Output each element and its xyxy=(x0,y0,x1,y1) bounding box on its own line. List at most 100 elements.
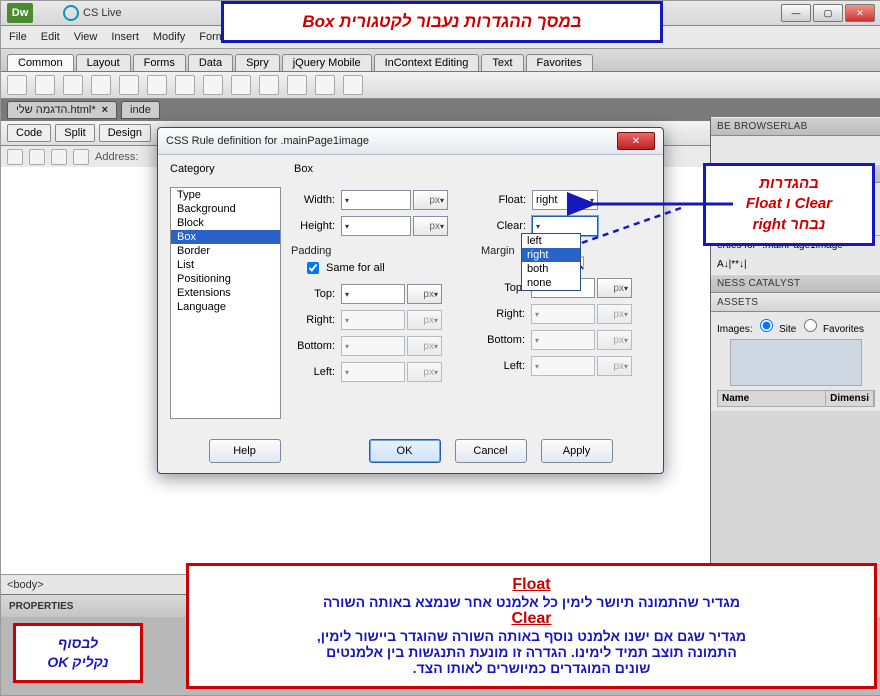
margin-left-unit[interactable]: px xyxy=(597,356,632,376)
help-button[interactable]: Help xyxy=(209,439,281,463)
dialog-titlebar[interactable]: CSS Rule definition for .mainPage1image … xyxy=(158,128,663,155)
margin-left-input[interactable] xyxy=(531,356,595,376)
margin-bottom-unit[interactable]: px xyxy=(597,330,632,350)
cat-list[interactable]: List xyxy=(171,258,280,272)
insert-toolbar xyxy=(1,72,880,99)
nav-fwd-icon[interactable] xyxy=(29,149,45,165)
cat-language[interactable]: Language xyxy=(171,300,280,314)
width-input[interactable] xyxy=(341,190,411,210)
padding-bottom-unit[interactable]: px xyxy=(407,336,442,356)
float-select[interactable]: right xyxy=(532,190,598,210)
padding-left-label: Left: xyxy=(291,366,341,378)
toolbar-icon[interactable] xyxy=(63,75,83,95)
padding-right-unit[interactable]: px xyxy=(407,310,442,330)
clear-option-right[interactable]: right xyxy=(522,248,580,262)
window-close[interactable]: ✕ xyxy=(845,4,875,22)
margin-bottom-input[interactable] xyxy=(531,330,595,350)
tab-data[interactable]: Data xyxy=(188,54,233,71)
toolbar-icon[interactable] xyxy=(343,75,363,95)
view-split-button[interactable]: Split xyxy=(55,124,94,142)
margin-right-unit[interactable]: px xyxy=(597,304,632,324)
height-unit-select[interactable]: px xyxy=(413,216,448,236)
padding-bottom-input[interactable] xyxy=(341,336,405,356)
tab-incontext[interactable]: InContext Editing xyxy=(374,54,480,71)
toolbar-icon[interactable] xyxy=(287,75,307,95)
clear-label: Clear: xyxy=(482,220,532,232)
menu-insert[interactable]: Insert xyxy=(111,31,139,43)
toolbar-icon[interactable] xyxy=(35,75,55,95)
assets-body: Images: Site Favorites Name Dimensi xyxy=(711,312,880,411)
panel-business-catalyst[interactable]: NESS CATALYST xyxy=(711,274,880,293)
padding-top-input[interactable] xyxy=(341,284,405,304)
dialog-close-button[interactable]: ✕ xyxy=(617,132,655,150)
sort-row[interactable]: A↓|**↓| xyxy=(711,255,880,274)
padding-same-checkbox[interactable]: Same for all xyxy=(303,259,461,277)
cslive-button[interactable]: CS Live xyxy=(63,5,122,21)
doc-tab[interactable]: הדגמה שלי.html*× xyxy=(7,101,117,119)
dialog-title: CSS Rule definition for .mainPage1image xyxy=(166,135,369,147)
css-rule-dialog: CSS Rule definition for .mainPage1image … xyxy=(157,127,664,474)
view-design-button[interactable]: Design xyxy=(99,124,151,142)
toolbar-icon[interactable] xyxy=(119,75,139,95)
toolbar-icon[interactable] xyxy=(259,75,279,95)
panel-browserlab[interactable]: BE BROWSERLAB xyxy=(711,117,880,136)
cat-type[interactable]: Type xyxy=(171,188,280,202)
tab-common[interactable]: Common xyxy=(7,54,74,71)
clear-option-none[interactable]: none xyxy=(522,276,580,290)
clear-option-left[interactable]: left xyxy=(522,234,580,248)
close-icon[interactable]: × xyxy=(102,104,108,116)
menu-modify[interactable]: Modify xyxy=(153,31,185,43)
toolbar-icon[interactable] xyxy=(7,75,27,95)
panel-assets[interactable]: ASSETS xyxy=(711,293,880,312)
checkbox-icon[interactable] xyxy=(307,262,319,274)
menu-edit[interactable]: Edit xyxy=(41,31,60,43)
height-input[interactable] xyxy=(341,216,411,236)
padding-right-input[interactable] xyxy=(341,310,405,330)
nav-back-icon[interactable] xyxy=(7,149,23,165)
cat-block[interactable]: Block xyxy=(171,216,280,230)
col-name[interactable]: Name xyxy=(718,391,826,406)
radio-favorites[interactable]: Favorites xyxy=(799,324,864,335)
toolbar-icon[interactable] xyxy=(203,75,223,95)
toolbar-icon[interactable] xyxy=(91,75,111,95)
cat-extensions[interactable]: Extensions xyxy=(171,286,280,300)
radio-site[interactable]: Site xyxy=(755,324,796,335)
tab-text[interactable]: Text xyxy=(481,54,523,71)
window-minimize[interactable]: — xyxy=(781,4,811,22)
nav-refresh-icon[interactable] xyxy=(51,149,67,165)
margin-right-input[interactable] xyxy=(531,304,595,324)
tab-forms[interactable]: Forms xyxy=(133,54,186,71)
box-heading: Box xyxy=(294,163,313,175)
cat-box[interactable]: Box xyxy=(171,230,280,244)
assets-columns: Name Dimensi xyxy=(717,390,875,407)
clear-options-list[interactable]: left right both none xyxy=(521,233,581,291)
margin-top-unit[interactable]: px xyxy=(597,278,632,298)
cancel-button[interactable]: Cancel xyxy=(455,439,527,463)
width-unit-select[interactable]: px xyxy=(413,190,448,210)
toolbar-icon[interactable] xyxy=(231,75,251,95)
nav-home-icon[interactable] xyxy=(73,149,89,165)
toolbar-icon[interactable] xyxy=(315,75,335,95)
col-dimensions[interactable]: Dimensi xyxy=(826,391,874,406)
cat-border[interactable]: Border xyxy=(171,244,280,258)
tab-favorites[interactable]: Favorites xyxy=(526,54,593,71)
padding-left-unit[interactable]: px xyxy=(407,362,442,382)
apply-button[interactable]: Apply xyxy=(541,439,613,463)
tab-jquery[interactable]: jQuery Mobile xyxy=(282,54,372,71)
toolbar-icon[interactable] xyxy=(175,75,195,95)
clear-option-both[interactable]: both xyxy=(522,262,580,276)
toolbar-icon[interactable] xyxy=(147,75,167,95)
cat-background[interactable]: Background xyxy=(171,202,280,216)
tab-spry[interactable]: Spry xyxy=(235,54,280,71)
menu-view[interactable]: View xyxy=(74,31,98,43)
category-list[interactable]: Type Background Block Box Border List Po… xyxy=(170,187,281,419)
padding-left-input[interactable] xyxy=(341,362,405,382)
tab-layout[interactable]: Layout xyxy=(76,54,131,71)
view-code-button[interactable]: Code xyxy=(7,124,51,142)
window-maximize[interactable]: ▢ xyxy=(813,4,843,22)
padding-top-unit[interactable]: px xyxy=(407,284,442,304)
ok-button[interactable]: OK xyxy=(369,439,441,463)
doc-tab[interactable]: inde xyxy=(121,101,160,119)
menu-file[interactable]: File xyxy=(9,31,27,43)
cat-positioning[interactable]: Positioning xyxy=(171,272,280,286)
